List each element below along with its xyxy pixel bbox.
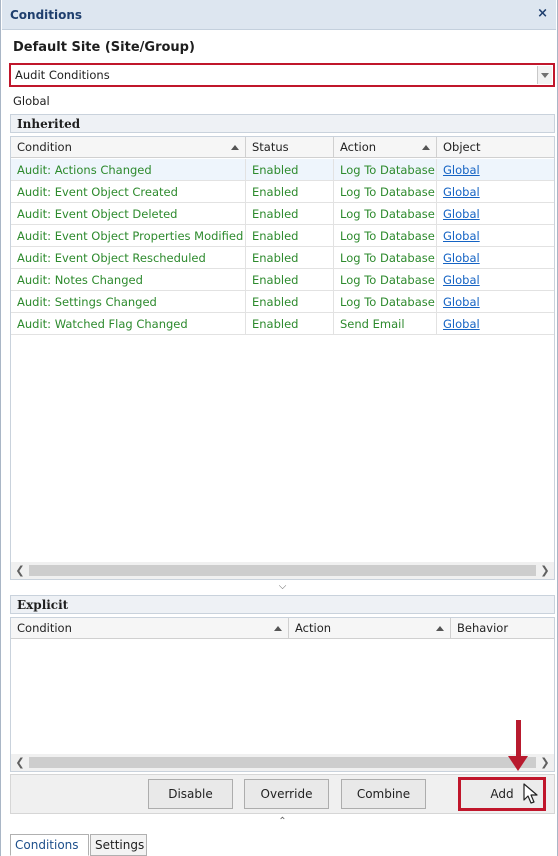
column-header-label: Action [340, 140, 377, 154]
close-icon[interactable]: × [537, 6, 548, 22]
condition-cell: Audit: Settings Changed [11, 291, 246, 313]
condition-set-value: Audit Conditions [15, 68, 110, 82]
condition-cell: Audit: Notes Changed [11, 269, 246, 291]
panel-title: Conditions [10, 8, 83, 22]
explicit-section-title: Explicit [10, 595, 555, 614]
combine-button[interactable]: Combine [341, 779, 426, 809]
chevron-down-icon[interactable]: ⌵ [279, 581, 287, 592]
chevron-up-icon[interactable]: ⌃ [278, 816, 286, 827]
action-cell: Log To Database [334, 181, 437, 203]
action-button-bar: Disable Override Combine Add [10, 774, 555, 814]
inherited-horizontal-scrollbar[interactable]: ❮ ❯ [11, 562, 554, 579]
table-row[interactable]: Audit: Event Object Rescheduled Enabled … [11, 247, 554, 269]
chevron-left-icon[interactable]: ❮ [12, 755, 28, 770]
status-cell: Enabled [246, 181, 334, 203]
status-cell: Enabled [246, 313, 334, 335]
status-cell: Enabled [246, 247, 334, 269]
table-row[interactable]: Audit: Event Object Properties Modified … [11, 225, 554, 247]
condition-cell: Audit: Watched Flag Changed [11, 313, 246, 335]
object-link[interactable]: Global [437, 247, 554, 269]
panel-titlebar: Conditions × [2, 0, 556, 30]
inherited-grid-header: Condition Status Action Object [11, 137, 554, 158]
sort-ascending-icon [436, 626, 444, 631]
condition-cell: Audit: Event Object Rescheduled [11, 247, 246, 269]
column-header-status[interactable]: Status [246, 137, 334, 158]
column-header-condition[interactable]: Condition [11, 137, 246, 158]
table-row[interactable]: Audit: Notes Changed Enabled Log To Data… [11, 269, 554, 291]
override-button[interactable]: Override [244, 779, 329, 809]
column-header-label: Behavior [457, 621, 509, 635]
explicit-grid: Condition Action Behavior ❮ ❯ [10, 617, 555, 772]
action-cell: Log To Database [334, 247, 437, 269]
column-header-behavior[interactable]: Behavior [451, 618, 554, 639]
object-link[interactable]: Global [437, 225, 554, 247]
explicit-horizontal-scrollbar[interactable]: ❮ ❯ [11, 754, 554, 771]
status-cell: Enabled [246, 291, 334, 313]
chevron-right-icon[interactable]: ❯ [537, 563, 553, 578]
inherited-grid: Condition Status Action Object Audit: Ac… [10, 136, 555, 580]
column-header-label: Condition [17, 140, 72, 154]
chevron-left-icon[interactable]: ❮ [12, 563, 28, 578]
object-link[interactable]: Global [437, 313, 554, 335]
action-cell: Log To Database [334, 291, 437, 313]
column-header-condition[interactable]: Condition [11, 618, 289, 639]
explicit-grid-header: Condition Action Behavior [11, 618, 554, 639]
site-label: Default Site (Site/Group) [13, 40, 195, 55]
sort-ascending-icon [231, 145, 239, 150]
table-row[interactable]: Audit: Event Object Deleted Enabled Log … [11, 203, 554, 225]
down-arrow-head [508, 756, 528, 771]
column-header-label: Action [295, 621, 332, 635]
status-cell: Enabled [246, 159, 334, 181]
action-cell: Log To Database [334, 269, 437, 291]
chevron-right-icon[interactable]: ❯ [537, 755, 553, 770]
condition-cell: Audit: Event Object Created [11, 181, 246, 203]
object-link[interactable]: Global [437, 159, 554, 181]
condition-cell: Audit: Event Object Deleted [11, 203, 246, 225]
down-arrow-icon [516, 720, 521, 758]
action-cell: Send Email [334, 313, 437, 335]
column-header-object[interactable]: Object [437, 137, 554, 158]
object-link[interactable]: Global [437, 203, 554, 225]
scope-label: Global [13, 94, 50, 108]
mouse-pointer-icon [523, 783, 538, 804]
tab-settings[interactable]: Settings [90, 834, 147, 856]
table-row[interactable]: Audit: Settings Changed Enabled Log To D… [11, 291, 554, 313]
scrollbar-thumb[interactable] [29, 565, 536, 576]
collapse-down-splitter[interactable]: ⌵ [10, 580, 555, 594]
inherited-section-title: Inherited [10, 114, 555, 133]
condition-cell: Audit: Actions Changed [11, 159, 246, 181]
object-link[interactable]: Global [437, 291, 554, 313]
column-header-action[interactable]: Action [289, 618, 451, 639]
condition-cell: Audit: Event Object Properties Modified [11, 225, 246, 247]
status-cell: Enabled [246, 203, 334, 225]
condition-set-dropdown[interactable]: Audit Conditions [9, 63, 555, 87]
chevron-down-icon[interactable] [537, 66, 552, 84]
table-row[interactable]: Audit: Event Object Created Enabled Log … [11, 181, 554, 203]
action-cell: Log To Database [334, 159, 437, 181]
object-link[interactable]: Global [437, 269, 554, 291]
table-row[interactable]: Audit: Watched Flag Changed Enabled Send… [11, 313, 554, 335]
column-header-label: Condition [17, 621, 72, 635]
action-cell: Log To Database [334, 203, 437, 225]
column-header-action[interactable]: Action [334, 137, 437, 158]
sort-ascending-icon [274, 626, 282, 631]
tab-conditions[interactable]: Conditions [10, 834, 89, 856]
conditions-panel: Conditions × Default Site (Site/Group) A… [0, 0, 558, 856]
table-row[interactable]: Audit: Actions Changed Enabled Log To Da… [11, 159, 554, 181]
column-header-label: Status [252, 140, 289, 154]
object-link[interactable]: Global [437, 181, 554, 203]
disable-button[interactable]: Disable [148, 779, 233, 809]
scrollbar-thumb[interactable] [29, 757, 536, 768]
sort-ascending-icon [422, 145, 430, 150]
column-header-label: Object [443, 140, 481, 154]
collapse-up-splitter[interactable]: ⌃ [10, 815, 555, 829]
status-cell: Enabled [246, 225, 334, 247]
action-cell: Log To Database [334, 225, 437, 247]
status-cell: Enabled [246, 269, 334, 291]
